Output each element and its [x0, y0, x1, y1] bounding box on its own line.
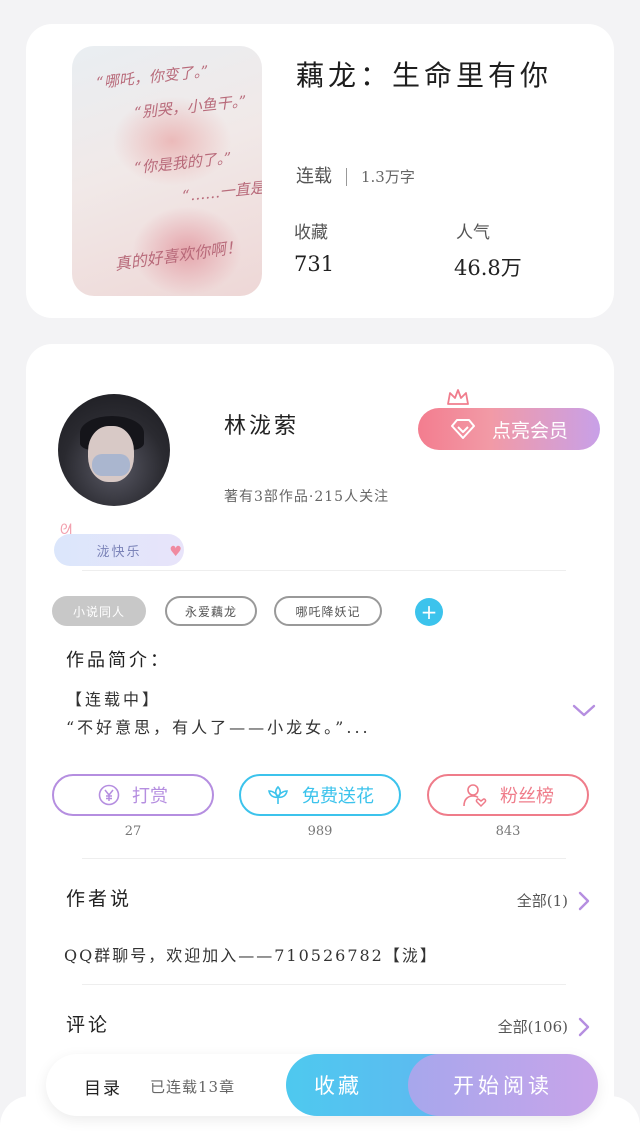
author-says-title: 作者说 [66, 888, 133, 910]
book-info-card: “哪吒，你变了。” “别哭，小鱼干。” “你是我的了。” “……一直是。” 真的… [26, 24, 614, 318]
start-reading-label: 开始阅读 [453, 1074, 553, 1098]
book-meta: 连载 1.3万字 [296, 162, 415, 188]
flower-count: 989 [307, 824, 333, 839]
heart-icon: ♥ [169, 544, 184, 560]
badge-label: 泷快乐 [96, 544, 142, 560]
book-title: 藕龙：生命里有你 [296, 59, 553, 92]
chevron-right-icon [578, 1017, 590, 1036]
comments-more-label: 全部(106) [497, 1018, 568, 1036]
bottom-action-bar: 目录 已连载13章 收藏 开始阅读 [46, 1054, 598, 1116]
popularity-value: 46.8万 [454, 256, 522, 280]
start-reading-button[interactable]: 开始阅读 [408, 1054, 598, 1116]
send-flower-button[interactable]: 免费送花 [239, 774, 401, 816]
divider [82, 858, 566, 859]
popularity-label: 人气 [456, 223, 490, 243]
divider [346, 168, 347, 186]
author-says-more-label: 全部(1) [516, 892, 568, 910]
catalog-button[interactable]: 目录 [84, 1074, 122, 1099]
crown-icon [447, 389, 469, 405]
word-count: 1.3万字 [361, 168, 415, 186]
collect-button-label: 收藏 [314, 1074, 362, 1098]
author-says-text: QQ群聊号，欢迎加入——710526782【泷】 [64, 946, 438, 965]
fan-count: 843 [495, 824, 521, 839]
author-name[interactable]: 林泷萦 [224, 408, 299, 440]
intro-status: 【连载中】 [66, 690, 162, 709]
divider [82, 984, 566, 985]
reward-count: 27 [124, 824, 142, 839]
tag-item[interactable]: 小说同人 [52, 596, 146, 626]
user-heart-icon [463, 784, 487, 808]
yen-icon [98, 784, 120, 806]
avatar[interactable] [58, 394, 170, 506]
tag-item[interactable]: 哪吒降妖记 [274, 596, 382, 626]
add-tag-button[interactable]: + [415, 598, 443, 626]
cover-text: “哪吒，你变了。” [95, 62, 210, 92]
intro-text: “不好意思，有人了——小龙女。”... [66, 718, 371, 737]
fan-badge[interactable]: ᘛ 泷快乐 ♥ [54, 522, 184, 566]
book-detail-card: 林泷萦 著有3部作品·215人关注 点亮会员 ᘛ 泷快乐 ♥ 小说同人 永爱藕龙… [26, 344, 614, 1124]
fan-ranking-button[interactable]: 粉丝榜 [427, 774, 589, 816]
divider [82, 570, 566, 571]
vip-button[interactable]: 点亮会员 [418, 408, 600, 450]
send-flower-label: 免费送花 [302, 786, 374, 807]
collect-value: 731 [294, 252, 335, 276]
diamond-icon [450, 419, 475, 439]
chapter-status: 已连载13章 [150, 1078, 236, 1096]
reward-button[interactable]: 打赏 [52, 774, 214, 816]
book-cover[interactable]: “哪吒，你变了。” “别哭，小鱼干。” “你是我的了。” “……一直是。” 真的… [72, 46, 262, 296]
author-info: 著有3部作品·215人关注 [224, 489, 390, 505]
fan-ranking-label: 粉丝榜 [500, 786, 554, 807]
collect-label: 收藏 [294, 223, 328, 243]
reward-label: 打赏 [132, 786, 168, 807]
author-says-more[interactable]: 全部(1) [517, 890, 590, 911]
intro-title: 作品简介： [66, 650, 171, 671]
comments-title: 评论 [66, 1014, 111, 1036]
chevron-down-icon[interactable] [572, 704, 596, 718]
flower-icon [268, 785, 288, 804]
book-status: 连载 [296, 166, 332, 187]
chevron-right-icon [578, 891, 590, 910]
comments-more[interactable]: 全部(106) [498, 1016, 590, 1037]
bunny-icon: ᘛ [60, 522, 74, 538]
vip-button-label: 点亮会员 [491, 419, 568, 442]
tag-item[interactable]: 永爱藕龙 [165, 596, 257, 626]
